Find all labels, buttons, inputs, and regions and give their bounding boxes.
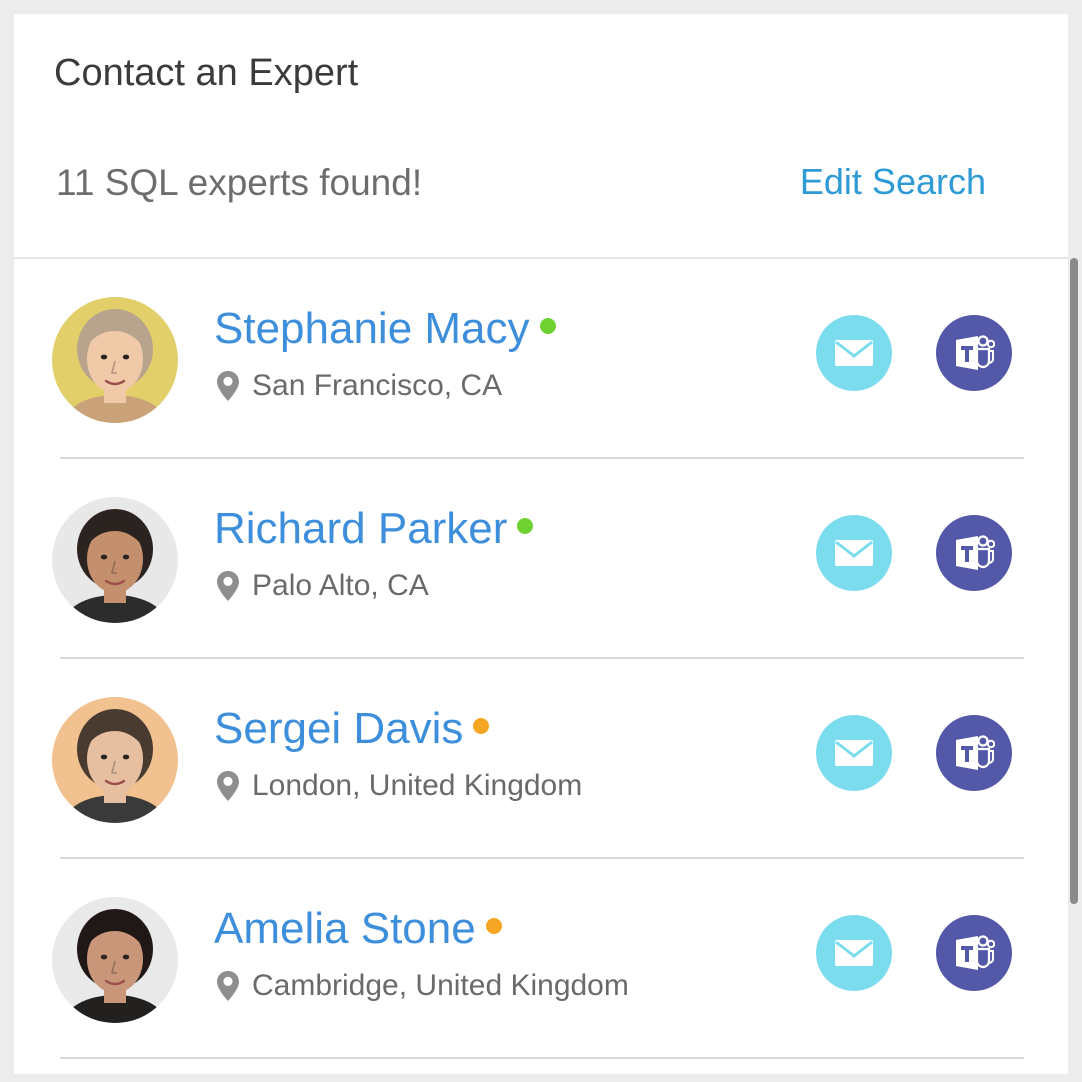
teams-chat-button[interactable] [936, 715, 1012, 791]
location-text: Cambridge, United Kingdom [252, 969, 629, 1002]
mail-icon [835, 940, 873, 966]
expert-location: London, United Kingdom [216, 771, 582, 801]
location-text: London, United Kingdom [252, 769, 583, 802]
teams-chat-button[interactable] [936, 915, 1012, 991]
teams-chat-button[interactable] [936, 515, 1012, 591]
teams-icon [956, 935, 995, 970]
presence-indicator [485, 918, 502, 934]
location-pin-icon [217, 371, 239, 401]
expert-name-link[interactable]: Stephanie Macy [214, 307, 530, 351]
location-text: San Francisco, CA [252, 369, 503, 402]
teams-icon [956, 535, 995, 570]
email-button[interactable] [816, 515, 892, 591]
avatar [52, 297, 178, 423]
expert-list[interactable]: Stephanie Macy San Francisco, CA Richard… [14, 259, 1068, 1074]
avatar-portrait [52, 497, 178, 623]
expert-row: Richard Parker Palo Alto, CA [14, 459, 1068, 659]
location-pin-icon [217, 971, 239, 1001]
expert-name-link[interactable]: Amelia Stone [214, 907, 476, 951]
panel-title: Contact an Expert [54, 52, 359, 94]
result-count: 11 SQL experts found! [56, 162, 423, 203]
mail-icon [835, 540, 873, 566]
presence-indicator [539, 318, 556, 334]
avatar-portrait [52, 297, 178, 423]
email-button[interactable] [816, 315, 892, 391]
mail-icon [835, 740, 873, 766]
teams-chat-button[interactable] [936, 315, 1012, 391]
email-button[interactable] [816, 715, 892, 791]
location-pin-icon [217, 771, 239, 801]
expert-name-link[interactable]: Richard Parker [214, 507, 507, 551]
location-text: Palo Alto, CA [252, 569, 429, 602]
expert-name-link[interactable]: Sergei Davis [214, 707, 463, 751]
teams-icon [956, 735, 995, 770]
expert-row: Sergei Davis London, United Kingdom [14, 659, 1068, 859]
avatar [52, 897, 178, 1023]
teams-icon [956, 335, 995, 370]
expert-location: Palo Alto, CA [216, 571, 429, 601]
row-divider [60, 1057, 1024, 1059]
location-pin-icon [217, 571, 239, 601]
mail-icon [835, 340, 873, 366]
avatar-portrait [52, 897, 178, 1023]
edit-search-link[interactable]: Edit Search [800, 164, 986, 200]
expert-row: Amelia Stone Cambridge, United Kingdom [14, 859, 1068, 1059]
contact-expert-panel: Contact an Expert 11 SQL experts found! … [14, 14, 1068, 1074]
avatar [52, 497, 178, 623]
email-button[interactable] [816, 915, 892, 991]
expert-location: San Francisco, CA [216, 371, 502, 401]
avatar-portrait [52, 697, 178, 823]
presence-indicator [473, 718, 490, 734]
expert-location: Cambridge, United Kingdom [216, 971, 629, 1001]
presence-indicator [517, 518, 534, 534]
avatar [52, 697, 178, 823]
list-scrollbar[interactable] [1070, 258, 1078, 904]
expert-row: Stephanie Macy San Francisco, CA [14, 259, 1068, 459]
